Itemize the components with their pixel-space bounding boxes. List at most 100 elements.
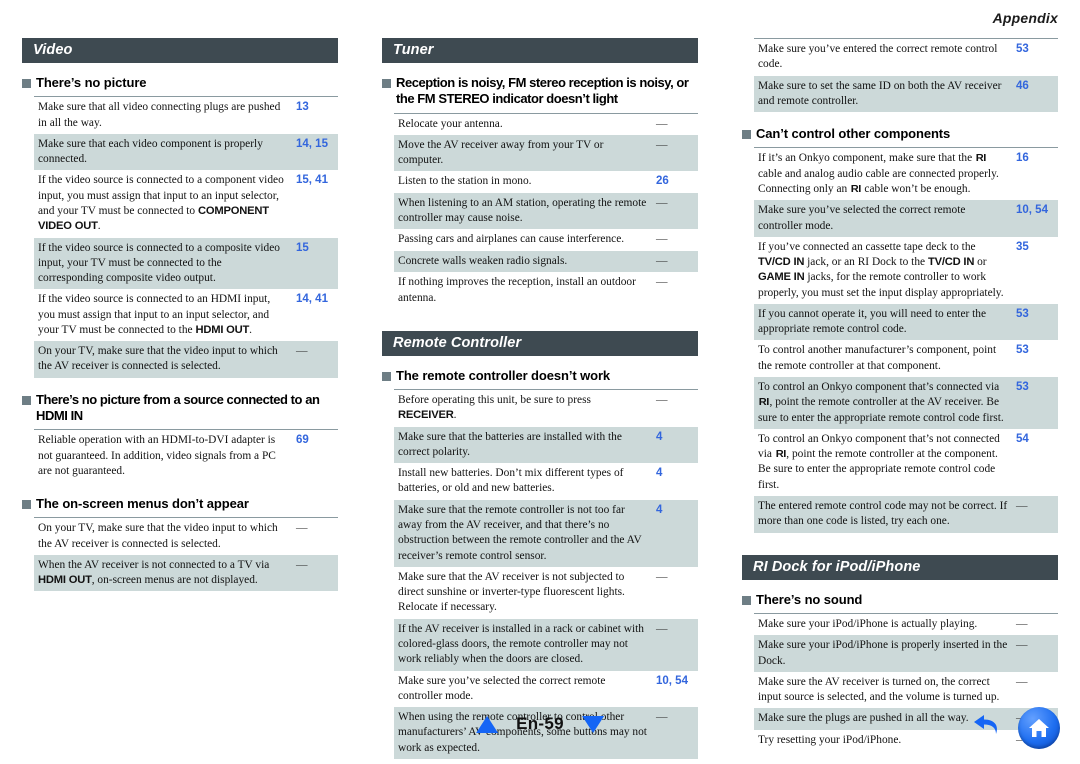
remedy-text: The entered remote control code may not … [758,500,1008,528]
table-row: To control an Onkyo component that’s not… [754,428,1058,496]
page-ref-link[interactable]: 69 [290,429,338,483]
remedy-text: On your TV, make sure that the video inp… [34,517,290,555]
page-ref-none: — [1016,500,1028,512]
table-row: If it’s an Onkyo component, make sure th… [754,147,1058,201]
table-row: If the video source is connected to a co… [34,237,338,290]
table-row: Before operating this unit, be sure to p… [394,389,698,427]
back-arrow-icon[interactable] [970,709,1008,748]
page-ref-link[interactable]: 15 [290,238,338,290]
page-ref-link[interactable]: 14, 41 [290,289,338,341]
table-row: Make sure you’ve selected the correct re… [754,200,1058,237]
subsection-heading: There’s no picture [22,75,338,91]
remedy-text: Move the AV receiver away from your TV o… [398,138,604,167]
table-row: To control another manufacturer’s compon… [754,340,1058,378]
page-ref-link[interactable]: 53 [1010,340,1058,377]
page-ref-none: — [1016,639,1028,652]
troubleshooting-table: Relocate your antenna. — Move the AV recei… [394,112,698,309]
page-ref-none: — [650,389,698,427]
home-icon[interactable] [1018,707,1060,749]
page-ref-none: — [296,558,308,571]
remedy-text: Make sure your iPod/iPhone is properly i… [758,639,1008,667]
triangle-down-icon[interactable] [581,715,604,733]
page-number-label: En-59 [516,714,564,733]
remedy-text: Relocate your antenna. [394,112,650,135]
remedy-text: Make sure you’ve selected the correct re… [758,204,966,232]
page-ref-none: — [650,112,698,135]
remedy-text: Make sure that each video component is p… [38,137,263,166]
page-footer: En-59 [0,702,1080,752]
remedy-text: Make sure your iPod/iPhone is actually p… [754,612,1010,636]
remedy-text: Before operating this unit, be sure to p… [394,389,650,427]
remedy-text: Make sure to set the same ID on both the… [758,79,1002,107]
table-row: Make sure that the remote controller is … [394,499,698,567]
page-ref-link[interactable]: 26 [650,171,698,192]
table-row: If the AV receiver is installed in a rac… [394,618,698,671]
page-ref-link[interactable]: 4 [650,427,698,464]
page-ref-link[interactable]: 4 [650,463,698,500]
table-row: Make sure your iPod/iPhone is properly i… [754,635,1058,672]
remedy-text: When listening to an AM station, operati… [398,196,647,225]
remedy-text: If the video source is connected to a co… [38,174,284,233]
page-ref-link[interactable]: 53 [1010,37,1058,76]
column-left: Video There’s no picture Make sure that al… [0,38,360,708]
section-band: Remote Controller [382,330,698,356]
table-row: Make sure to set the same ID on both the… [754,75,1058,113]
page-ref-link[interactable]: 54 [1010,429,1058,496]
troubleshooting-table: On your TV, make sure that the video inp… [34,517,338,592]
page-ref-link[interactable]: 15, 41 [290,170,338,237]
page-ref-link[interactable]: 10, 54 [1010,200,1058,237]
table-row: If nothing improves the reception, insta… [394,272,698,309]
remedy-text: Passing cars and airplanes can cause int… [398,233,625,246]
page-ref-none: — [656,196,668,209]
troubleshooting-table: Reliable operation with an HDMI-to-DVI a… [34,429,338,483]
table-row: Move the AV receiver away from your TV o… [394,134,698,172]
table-row: On your TV, make sure that the video inp… [34,517,338,555]
table-row: To control an Onkyo component that’s con… [754,377,1058,429]
subsection-heading: Can’t control other components [742,126,1058,142]
remedy-text: If the video source is connected to a co… [38,241,280,285]
page-ref-link[interactable]: 53 [1010,304,1058,341]
table-row: If you cannot operate it, you will need … [754,303,1058,341]
section-band: RI Dock for iPod/iPhone [742,554,1058,580]
triangle-up-icon[interactable] [476,715,499,733]
page-ref-none: — [290,517,338,555]
page-ref-none: — [656,138,668,151]
page-navigator: En-59 [476,714,604,734]
page-ref-none: — [1010,612,1058,636]
page-ref-none: — [656,570,668,583]
table-row: Reliable operation with an HDMI-to-DVI a… [34,429,338,483]
page-ref-link[interactable]: 14, 15 [290,134,338,171]
remedy-text: To control another manufacturer’s compon… [758,344,997,372]
remedy-text: Make sure that all video connecting plug… [34,96,290,134]
nav-icon-group [970,707,1060,749]
page-ref-none: — [656,622,668,635]
remedy-text: Make sure you’ve entered the correct rem… [754,37,1010,76]
table-row: Make sure that all video connecting plug… [34,96,338,134]
remedy-text: If it’s an Onkyo component, make sure th… [754,147,1010,201]
remedy-text: If the video source is connected to an H… [38,293,271,336]
page-ref-link[interactable]: 46 [1010,76,1058,113]
remedy-text: When the AV receiver is not connected to… [38,558,270,587]
table-row: Concrete walls weaken radio signals. — [394,250,698,273]
page-ref-link[interactable]: 4 [650,500,698,567]
subsection-heading: There’s no sound [742,592,1058,608]
remedy-text: To control an Onkyo component that’s not… [758,432,1000,491]
troubleshooting-table: Make sure that all video connecting plug… [34,96,338,378]
table-row: If the video source is connected to an H… [34,289,338,342]
page-header-appendix: Appendix [992,10,1058,26]
remedy-text: To control an Onkyo component that’s con… [758,381,1004,424]
table-row: Relocate your antenna. — [394,112,698,135]
section-band: Tuner [382,38,698,63]
page-ref-link[interactable]: 16 [1010,147,1058,201]
remedy-text: Make sure that the remote controller is … [398,503,642,562]
table-row: If you’ve connected an cassette tape dec… [754,236,1058,304]
page-ref-link[interactable]: 13 [290,96,338,134]
remedy-text: On your TV, make sure that the video inp… [38,345,278,373]
troubleshooting-table: Make sure you’ve entered the correct rem… [754,37,1058,113]
table-row: Listen to the station in mono. 26 [394,171,698,193]
page-ref-link[interactable]: 35 [1010,237,1058,304]
remedy-text: If nothing improves the reception, insta… [398,276,636,304]
table-row: Make sure that the batteries are install… [394,426,698,464]
remedy-text: If you cannot operate it, you will need … [758,307,987,336]
page-ref-link[interactable]: 53 [1010,377,1058,429]
